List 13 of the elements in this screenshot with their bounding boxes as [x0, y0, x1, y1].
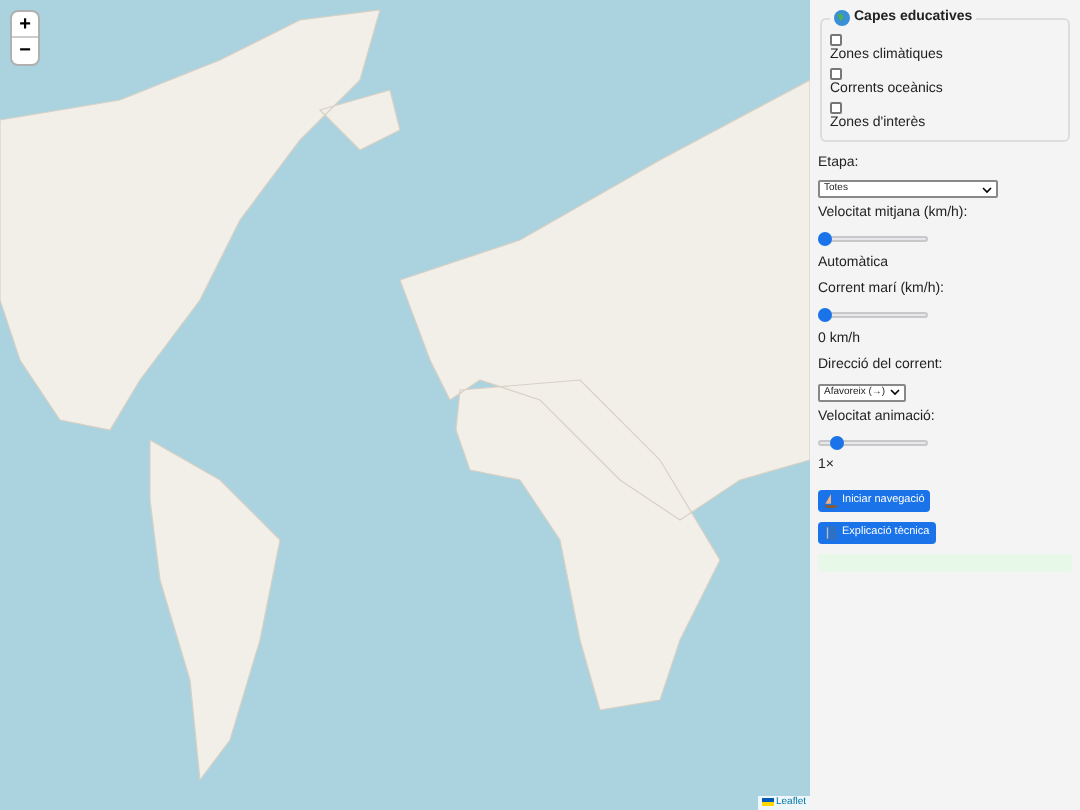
slider[interactable] [818, 307, 928, 323]
checkbox[interactable] [830, 101, 842, 113]
slider[interactable] [818, 231, 928, 247]
chevron-down-icon [889, 388, 900, 396]
chevron-down-icon [982, 185, 992, 193]
zoom-in-button[interactable]: + [12, 12, 38, 38]
book-icon [824, 525, 838, 539]
zoom-out-button[interactable]: − [12, 38, 38, 64]
sailboat-icon [824, 493, 838, 507]
globe-icon [834, 10, 850, 27]
flag-icon [761, 798, 774, 807]
checkbox[interactable] [830, 67, 842, 79]
checkbox[interactable] [830, 33, 842, 45]
